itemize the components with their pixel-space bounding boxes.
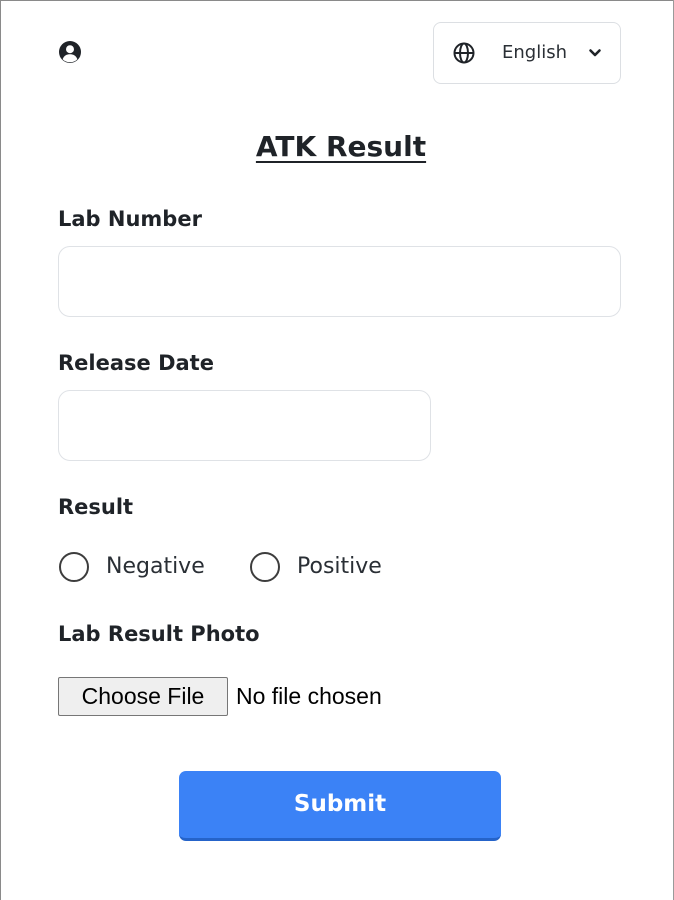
globe-icon xyxy=(453,42,475,64)
submit-button[interactable]: Submit xyxy=(179,771,501,841)
choose-file-button[interactable]: Choose File xyxy=(58,677,228,716)
result-label: Result xyxy=(58,495,134,519)
result-negative-option[interactable]: Negative xyxy=(59,551,219,583)
positive-label: Positive xyxy=(297,554,382,579)
page-title: ATK Result xyxy=(255,130,427,163)
language-label: English xyxy=(502,42,567,63)
lab-number-label: Lab Number xyxy=(58,207,202,231)
negative-radio[interactable] xyxy=(59,552,89,582)
release-date-input[interactable] xyxy=(58,390,431,461)
lab-number-input[interactable] xyxy=(58,246,621,317)
release-date-label: Release Date xyxy=(58,351,214,375)
user-circle-icon[interactable] xyxy=(58,40,82,64)
positive-radio[interactable] xyxy=(250,552,280,582)
negative-label: Negative xyxy=(106,554,205,579)
file-status-text: No file chosen xyxy=(236,683,382,709)
language-selector[interactable]: English xyxy=(433,22,621,84)
result-positive-option[interactable]: Positive xyxy=(250,551,400,583)
chevron-down-icon xyxy=(587,45,603,61)
lab-result-photo-label: Lab Result Photo xyxy=(58,622,260,646)
